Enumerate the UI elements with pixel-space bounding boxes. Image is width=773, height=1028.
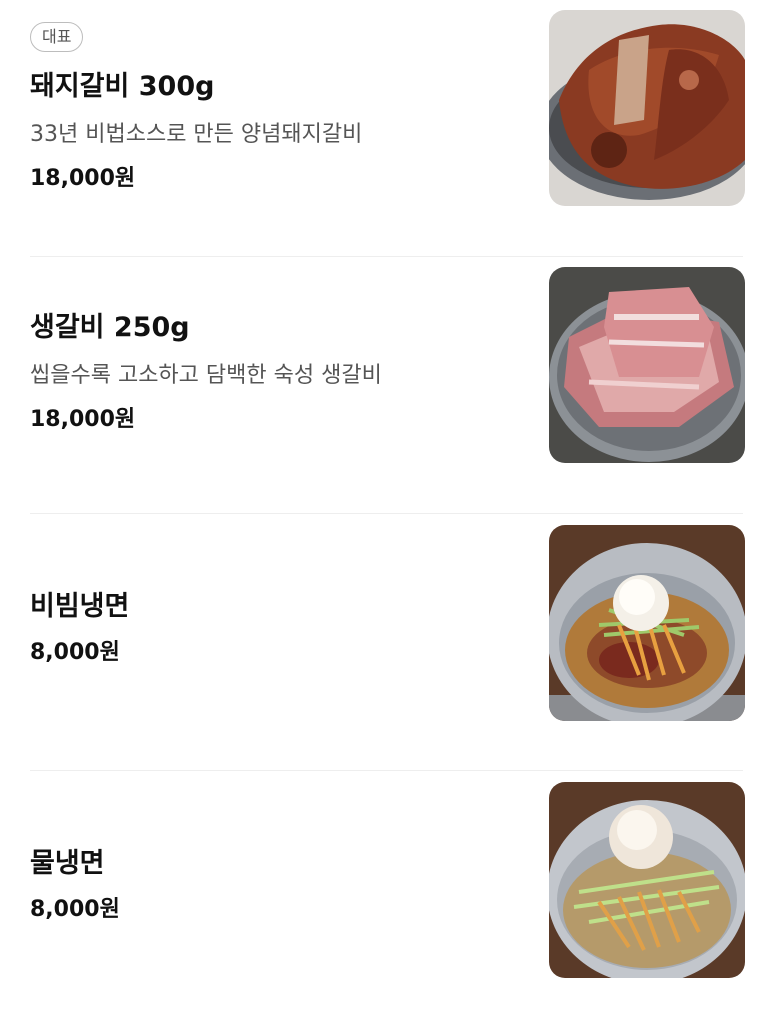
menu-item-price: 18,000원 (30, 407, 136, 432)
menu-item-name: 물냉면 (30, 848, 105, 879)
menu-item-photo[interactable] (549, 10, 745, 206)
menu-item-raw-ribs[interactable]: 생갈비 250g 씹을수록 고소하고 담백한 숙성 생갈비 18,000원 (0, 257, 773, 514)
cold-broth-noodles-photo (549, 782, 745, 978)
menu-list: 대표 돼지갈비 300g 33년 비법소스로 만든 양념돼지갈비 18,000원… (0, 0, 773, 988)
menu-item-price: 18,000원 (30, 166, 136, 191)
spicy-cold-noodles-photo (549, 525, 745, 721)
menu-item-name: 생갈비 250g (30, 312, 190, 343)
menu-item-pork-ribs[interactable]: 대표 돼지갈비 300g 33년 비법소스로 만든 양념돼지갈비 18,000원 (0, 0, 773, 257)
menu-item-price: 8,000원 (30, 897, 120, 922)
menu-item-mul-naengmyeon[interactable]: 물냉면 8,000원 (0, 771, 773, 1028)
menu-item-name: 비빔냉면 (30, 591, 130, 622)
menu-item-photo[interactable] (549, 525, 745, 721)
marinated-pork-ribs-photo (549, 10, 745, 206)
signature-badge: 대표 (30, 22, 84, 52)
menu-item-photo[interactable] (549, 267, 745, 463)
menu-item-price: 8,000원 (30, 640, 120, 665)
menu-item-photo[interactable] (549, 782, 745, 978)
raw-pork-ribs-photo (549, 267, 745, 463)
menu-item-description: 씹을수록 고소하고 담백한 숙성 생갈비 (30, 363, 382, 388)
menu-item-bibim-naengmyeon[interactable]: 비빔냉면 8,000원 (0, 514, 773, 771)
menu-item-description: 33년 비법소스로 만든 양념돼지갈비 (30, 122, 363, 147)
menu-item-name: 돼지갈비 300g (30, 71, 215, 102)
